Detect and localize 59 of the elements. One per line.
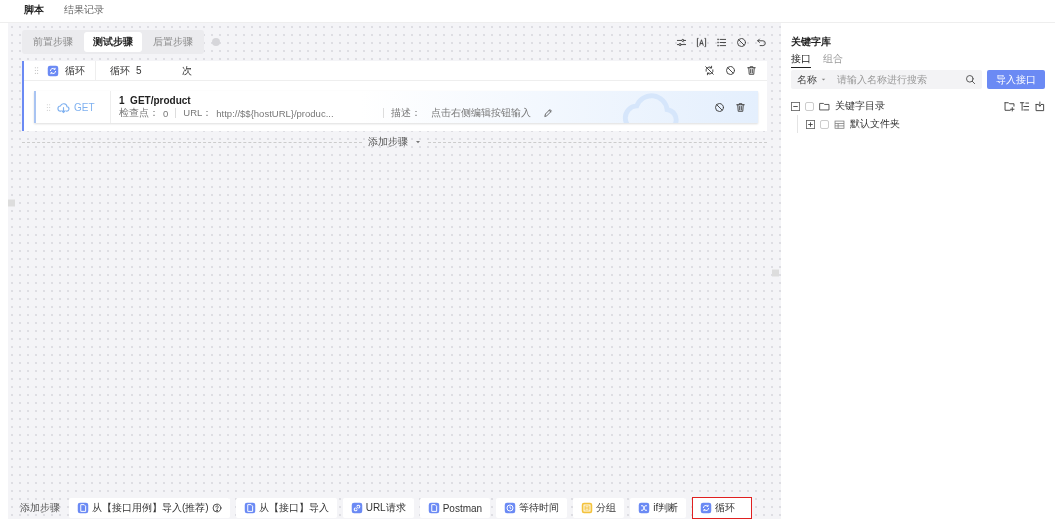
sliders-icon[interactable] <box>676 36 687 48</box>
caret-icon[interactable] <box>413 138 422 146</box>
disable-icon[interactable] <box>714 101 725 113</box>
tree-icon[interactable] <box>1019 100 1030 112</box>
step-type-button[interactable]: URL请求 <box>342 498 414 518</box>
url-label: URL： <box>183 106 213 120</box>
checkbox[interactable] <box>820 119 829 129</box>
disable-icon[interactable] <box>725 65 736 76</box>
add-step-label: 添加步骤 <box>20 501 60 515</box>
description-label: 描述： <box>391 106 422 120</box>
checkpoint-count: 0 <box>163 107 169 119</box>
loop-title: 循环 <box>65 63 85 78</box>
drag-handle-icon[interactable] <box>32 66 41 75</box>
add-step-button[interactable]: 添加步骤 <box>367 135 408 149</box>
loop-off-icon[interactable] <box>704 65 715 76</box>
step-type-button[interactable]: 分组 <box>573 498 625 518</box>
tree-item[interactable]: 默认文件夹 <box>850 117 900 131</box>
collapse-icon[interactable] <box>791 101 800 111</box>
expand-all-icon[interactable] <box>1034 100 1045 112</box>
step-title: 1 GET/product <box>119 94 192 106</box>
text-box-icon[interactable] <box>696 36 707 48</box>
step-type-button[interactable]: if判断 <box>630 498 687 518</box>
page-tab[interactable]: 结果记录 <box>54 0 114 22</box>
delete-icon[interactable] <box>746 65 757 76</box>
add-folder-icon[interactable] <box>1004 100 1015 112</box>
panel-tab[interactable]: 接口 <box>791 52 811 68</box>
step-type-button[interactable]: 循环 <box>692 497 753 519</box>
loop-icon <box>47 64 59 77</box>
url-text: http://$${hostURL}/produc... <box>216 107 335 119</box>
loop-unit: 次 <box>182 63 192 78</box>
cloud-icon <box>57 100 70 114</box>
step-type-button[interactable]: 从【接口用例】导入(推荐) <box>69 498 230 518</box>
disable-icon[interactable] <box>736 36 747 48</box>
checkbox[interactable] <box>805 101 814 111</box>
step-type-button[interactable]: 等待时间 <box>496 498 568 518</box>
list-icon[interactable] <box>716 36 727 48</box>
step-type-button[interactable]: Postman <box>419 498 491 518</box>
step-card[interactable]: GET 1 GET/product 检查点： 0 URL： http://$${hostURL}/produc... 描述： 点击右侧编辑按钮输入 <box>34 91 758 123</box>
step-type-button[interactable]: 从【接口】导入 <box>235 498 337 518</box>
edit-icon[interactable] <box>543 108 554 118</box>
checkpoint-label: 检查点： <box>119 106 159 120</box>
loop-count[interactable]: 5 <box>136 65 176 76</box>
method-label: GET <box>74 101 95 113</box>
undo-icon[interactable] <box>756 36 767 48</box>
loop-label: 循环 <box>110 63 130 78</box>
tree-item[interactable]: 关键字目录 <box>835 99 885 113</box>
expand-icon[interactable] <box>806 119 815 129</box>
help-dot-icon[interactable] <box>212 38 220 46</box>
step-tab[interactable]: 测试步骤 <box>84 32 142 52</box>
search-field[interactable]: 名称 请输入名称进行搜索 <box>791 70 982 89</box>
search-icon[interactable] <box>965 74 976 85</box>
folder-icon <box>819 100 830 112</box>
description-text: 点击右侧编辑按钮输入 <box>431 106 532 120</box>
caret-icon <box>820 76 827 83</box>
delete-icon[interactable] <box>735 101 746 113</box>
help-icon[interactable] <box>211 503 222 513</box>
filter-dropdown[interactable]: 名称 <box>797 72 831 87</box>
table-icon <box>834 118 845 130</box>
panel-title: 关键字库 <box>791 35 832 49</box>
